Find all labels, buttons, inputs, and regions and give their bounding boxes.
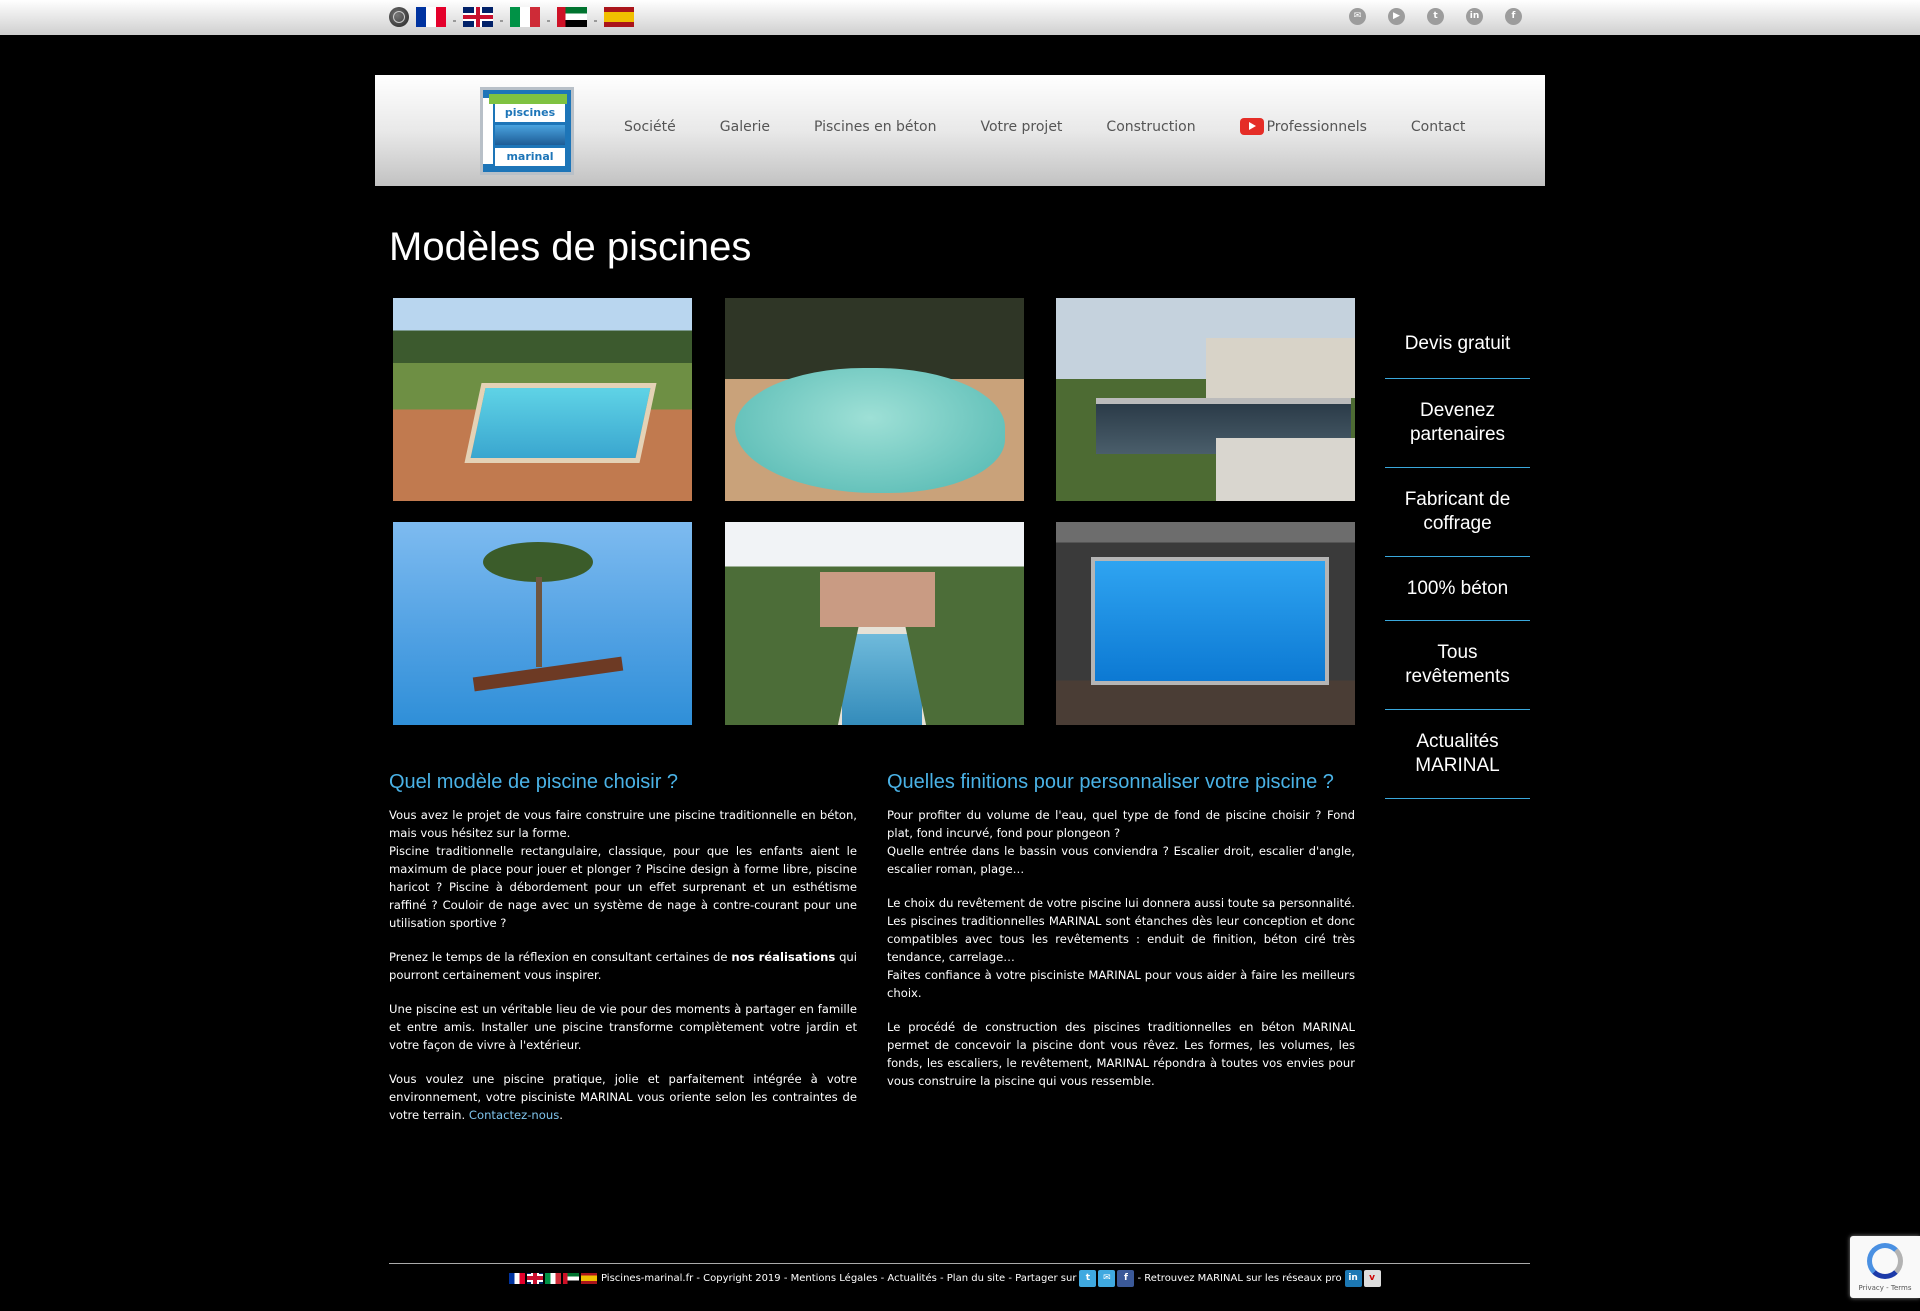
twitter-icon[interactable]: t bbox=[1427, 8, 1444, 25]
linkedin-icon[interactable]: in bbox=[1466, 8, 1483, 25]
nav-contact[interactable]: Contact bbox=[1411, 119, 1465, 135]
footer-divider bbox=[389, 1263, 1530, 1264]
left-p2-pre: Prenez le temps de la réflexion en consu… bbox=[389, 950, 732, 964]
right-p1b: Quelle entrée dans le bassin vous convie… bbox=[887, 844, 1355, 876]
italian-flag-icon[interactable] bbox=[510, 7, 540, 27]
sidebar-revetements[interactable]: Tous revêtements bbox=[1385, 621, 1530, 710]
nav-votre-projet[interactable]: Votre projet bbox=[980, 119, 1062, 135]
left-text-column: Quel modèle de piscine choisir ? Vous av… bbox=[389, 768, 857, 1140]
logo-accent bbox=[489, 94, 567, 104]
separator bbox=[547, 20, 550, 22]
left-p1b: Piscine traditionnelle rectangulaire, cl… bbox=[389, 844, 857, 930]
nav-galerie[interactable]: Galerie bbox=[720, 119, 770, 135]
gallery-image-freeform-pool[interactable] bbox=[725, 298, 1024, 501]
sidebar-partenaires[interactable]: Devenez partenaires bbox=[1385, 379, 1530, 468]
nav-societe[interactable]: Société bbox=[624, 119, 676, 135]
right-p1a: Pour profiter du volume de l'eau, quel t… bbox=[887, 808, 1355, 840]
left-paragraph-2: Prenez le temps de la réflexion en consu… bbox=[389, 948, 857, 984]
youtube-icon bbox=[1239, 118, 1264, 135]
left-paragraph-4: Vous voulez une piscine pratique, jolie … bbox=[389, 1070, 857, 1124]
nav-professionnels[interactable]: Professionnels bbox=[1239, 118, 1367, 135]
main-nav: Société Galerie Piscines en béton Votre … bbox=[624, 118, 1465, 135]
sidebar-100-beton[interactable]: 100% béton bbox=[1385, 557, 1530, 621]
youtube-icon[interactable]: ▶ bbox=[1388, 8, 1405, 25]
gallery-image-lap-pool[interactable] bbox=[725, 522, 1024, 725]
separator bbox=[500, 20, 503, 22]
arabic-flag-icon[interactable] bbox=[557, 7, 587, 27]
right-heading: Quelles finitions pour personnaliser vot… bbox=[887, 771, 1334, 793]
english-flag-icon[interactable] bbox=[527, 1272, 543, 1284]
facebook-icon[interactable]: f bbox=[1505, 8, 1522, 25]
right-p2a: Le choix du revêtement de votre piscine … bbox=[887, 896, 1355, 964]
viadeo-icon[interactable]: v bbox=[1363, 1269, 1381, 1287]
recaptcha-icon bbox=[1867, 1243, 1903, 1279]
gallery-image-rectangular-pool[interactable] bbox=[393, 298, 692, 501]
marinal-logo[interactable]: piscines marinal bbox=[480, 87, 574, 175]
logo-water bbox=[495, 125, 565, 145]
separator bbox=[453, 20, 456, 22]
gallery-image-infinity-pool[interactable] bbox=[1056, 298, 1355, 501]
gallery-image-lounger-pool[interactable] bbox=[393, 522, 692, 725]
top-bar: ✉ ▶ t in f bbox=[0, 0, 1920, 35]
nav-piscines-beton[interactable]: Piscines en béton bbox=[814, 119, 937, 135]
social-links: ✉ ▶ t in f bbox=[1349, 8, 1522, 25]
twitter-icon[interactable]: t bbox=[1079, 1269, 1097, 1287]
site-header: piscines marinal Société Galerie Piscine… bbox=[375, 75, 1545, 186]
left-p1a: Vous avez le projet de vous faire constr… bbox=[389, 808, 857, 840]
left-heading: Quel modèle de piscine choisir ? bbox=[389, 771, 679, 793]
left-p4-pre: Vous voulez une piscine pratique, jolie … bbox=[389, 1072, 857, 1122]
english-flag-icon[interactable] bbox=[463, 7, 493, 27]
right-sidebar: Devis gratuit Devenez partenaires Fabric… bbox=[1385, 310, 1530, 799]
footer: Piscines-marinal.fr - Copyright 2019 - M… bbox=[509, 1269, 1382, 1287]
footer-text: Piscines-marinal.fr - Copyright 2019 - M… bbox=[601, 1272, 1077, 1284]
realisations-link[interactable]: nos réalisations bbox=[731, 950, 835, 964]
contact-link[interactable]: Contactez-nous bbox=[469, 1108, 559, 1122]
logo-text-top: piscines bbox=[495, 104, 565, 122]
french-flag-icon[interactable] bbox=[416, 7, 446, 27]
right-p2b: Faites confiance à votre pisciniste MARI… bbox=[887, 968, 1355, 1000]
gallery-image-indoor-pool[interactable] bbox=[1056, 522, 1355, 725]
spanish-flag-icon[interactable] bbox=[581, 1272, 597, 1284]
linkedin-icon[interactable]: in bbox=[1344, 1269, 1362, 1287]
arabic-flag-icon[interactable] bbox=[563, 1272, 579, 1284]
sidebar-actualites[interactable]: Actualités MARINAL bbox=[1385, 710, 1530, 799]
recaptcha-links[interactable]: Privacy - Terms bbox=[1850, 1284, 1920, 1292]
page-title: Modèles de piscines bbox=[389, 225, 752, 269]
sidebar-coffrage[interactable]: Fabricant de coffrage bbox=[1385, 468, 1530, 557]
italian-flag-icon[interactable] bbox=[545, 1272, 561, 1284]
right-paragraph-3: Le procédé de construction des piscines … bbox=[887, 1020, 1355, 1088]
globe-icon bbox=[389, 7, 409, 27]
mail-icon[interactable]: ✉ bbox=[1098, 1269, 1116, 1287]
pool-gallery bbox=[393, 298, 1357, 725]
left-paragraph-3: Une piscine est un véritable lieu de vie… bbox=[389, 1002, 857, 1052]
facebook-icon[interactable]: f bbox=[1117, 1269, 1135, 1287]
recaptcha-badge[interactable]: Privacy - Terms bbox=[1850, 1236, 1920, 1298]
left-paragraph-1: Vous avez le projet de vous faire constr… bbox=[389, 806, 857, 932]
footer-text-pro: - Retrouvez MARINAL sur les réseaux pro bbox=[1137, 1272, 1342, 1284]
spanish-flag-icon[interactable] bbox=[604, 7, 634, 27]
logo-text-bottom: marinal bbox=[495, 148, 565, 166]
nav-construction[interactable]: Construction bbox=[1106, 119, 1195, 135]
sidebar-devis-gratuit[interactable]: Devis gratuit bbox=[1385, 310, 1530, 379]
mail-icon[interactable]: ✉ bbox=[1349, 8, 1366, 25]
nav-professionnels-label: Professionnels bbox=[1266, 118, 1367, 135]
french-flag-icon[interactable] bbox=[509, 1272, 525, 1284]
language-flags bbox=[389, 7, 634, 27]
right-text-column: Quelles finitions pour personnaliser vot… bbox=[887, 768, 1355, 1106]
logo-side bbox=[483, 98, 493, 164]
right-paragraph-2: Le choix du revêtement de votre piscine … bbox=[887, 894, 1355, 1002]
left-p4-post: . bbox=[559, 1108, 563, 1122]
right-paragraph-1: Pour profiter du volume de l'eau, quel t… bbox=[887, 806, 1355, 878]
separator bbox=[594, 20, 597, 22]
